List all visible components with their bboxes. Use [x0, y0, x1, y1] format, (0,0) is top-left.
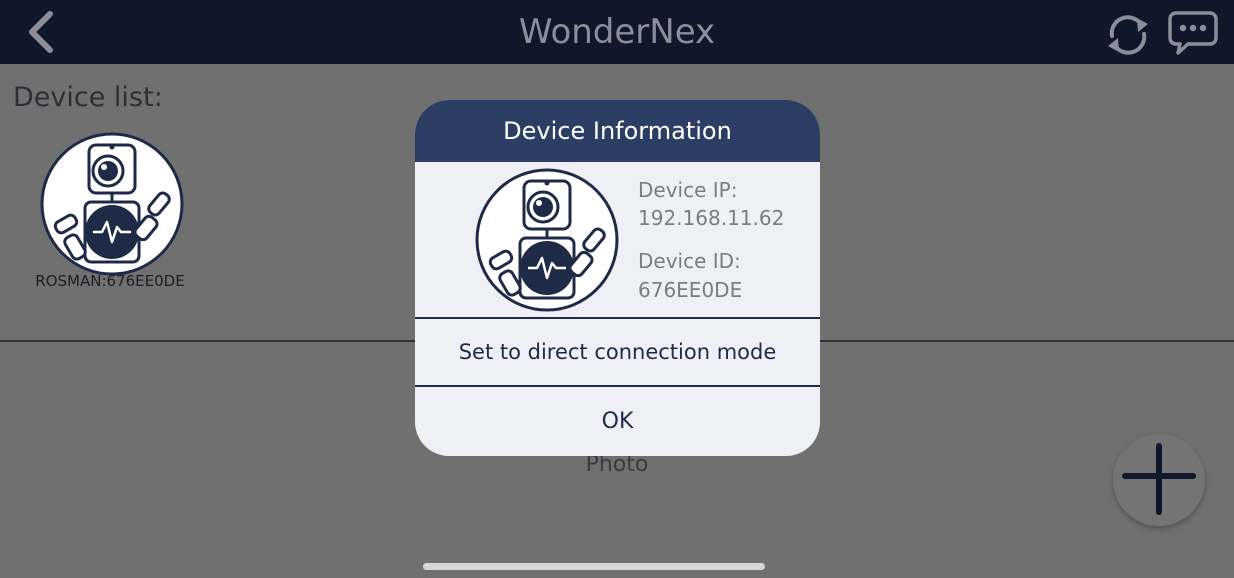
- refresh-icon: [1108, 15, 1148, 55]
- robot-icon: [475, 168, 619, 312]
- ok-button[interactable]: OK: [415, 387, 820, 456]
- robot-icon: [40, 132, 184, 276]
- plus-icon: [1122, 443, 1196, 515]
- direct-connection-button[interactable]: Set to direct connection mode: [415, 319, 820, 385]
- device-ip-value: 192.168.11.62: [638, 206, 785, 230]
- add-device-button[interactable]: [1113, 434, 1205, 526]
- app-title: WonderNex: [518, 12, 716, 52]
- device-name: ROSMAN:676EE0DE: [35, 272, 185, 290]
- refresh-button[interactable]: [1102, 8, 1154, 60]
- device-list-title: Device list:: [13, 82, 163, 113]
- device-information-dialog: Device Information Device IP: 192.168.11…: [415, 100, 820, 456]
- chat-bubble-icon: [1168, 11, 1218, 55]
- top-navigation-bar: WonderNex: [0, 0, 1234, 64]
- device-id-label: Device ID:: [638, 249, 741, 273]
- dialog-title: Device Information: [415, 100, 820, 162]
- home-indicator[interactable]: [423, 563, 765, 570]
- chat-button[interactable]: [1168, 10, 1218, 56]
- device-id-value: 676EE0DE: [638, 278, 743, 302]
- device-ip-label: Device IP:: [638, 178, 738, 202]
